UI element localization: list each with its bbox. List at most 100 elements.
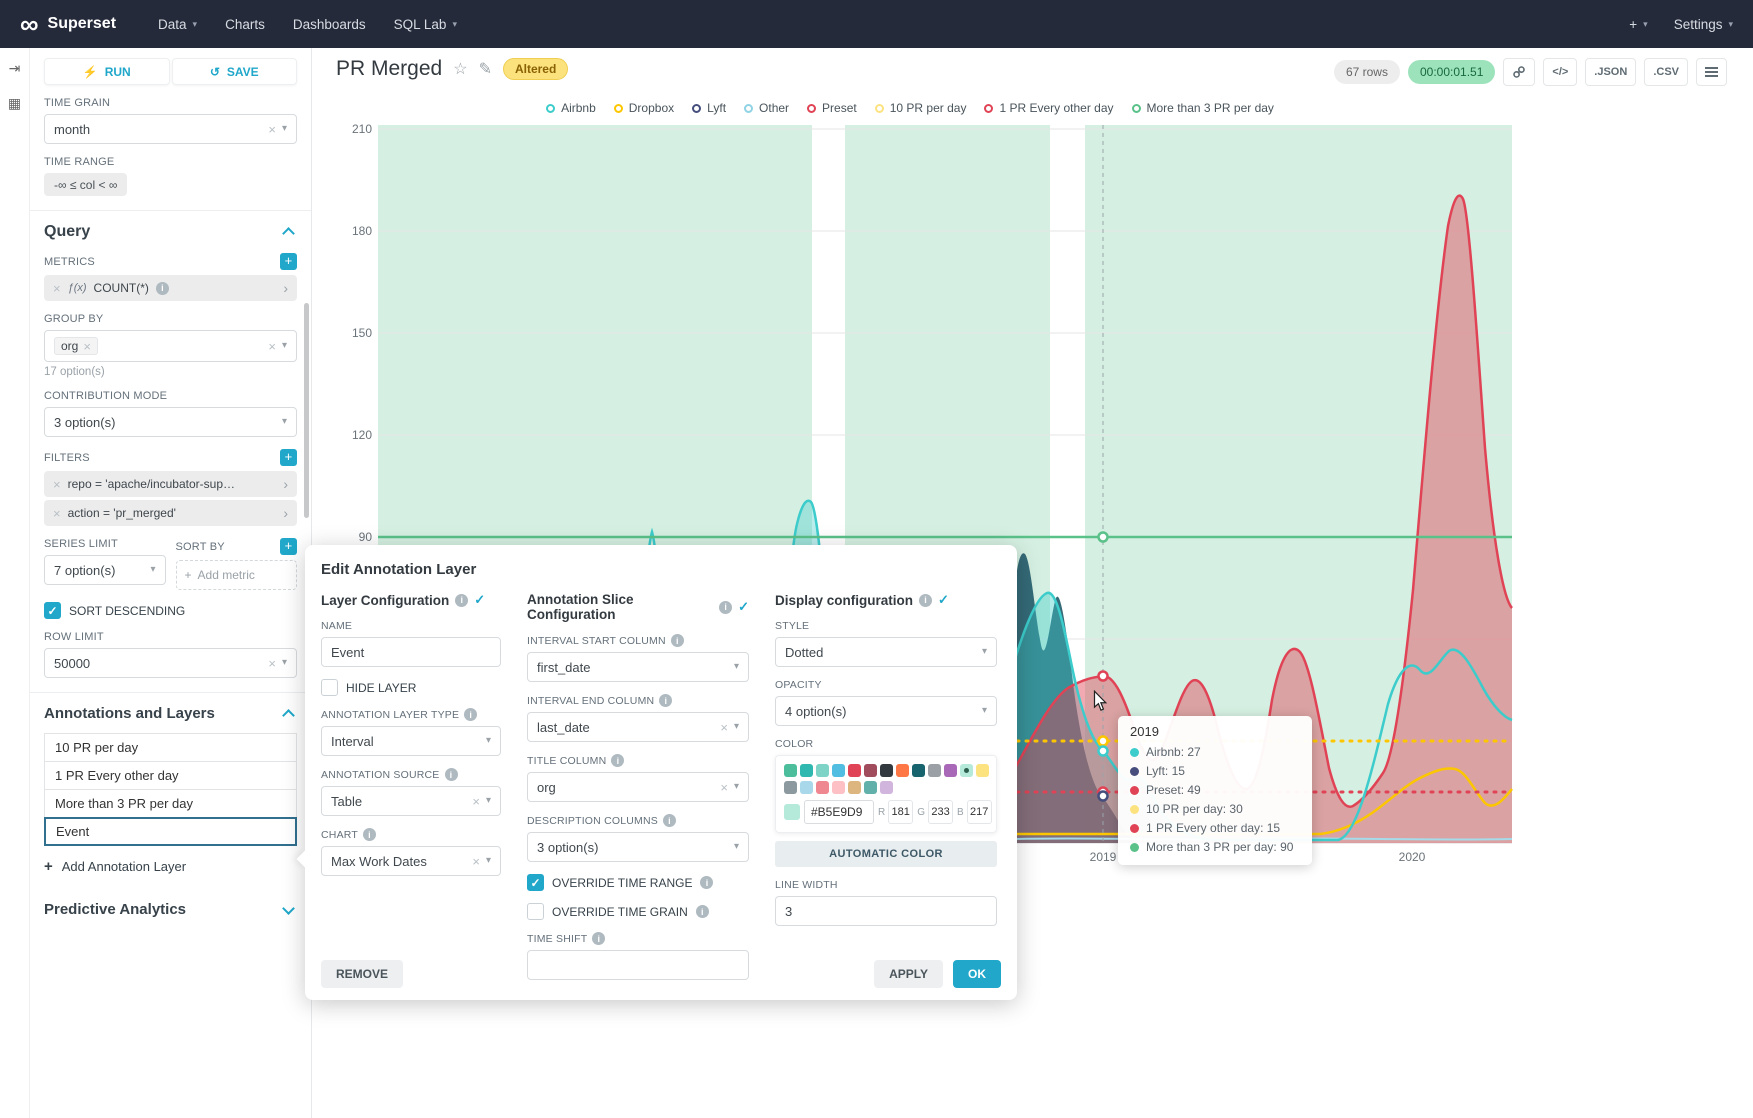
clear-icon[interactable]: × xyxy=(268,657,276,670)
title-column-select[interactable]: org × ▾ xyxy=(527,772,749,802)
annotation-source-select[interactable]: Table × ▾ xyxy=(321,786,501,816)
override-time-grain-checkbox-row[interactable]: OVERRIDE TIME GRAIN i xyxy=(527,903,749,920)
run-button[interactable]: ⚡ RUN xyxy=(44,58,170,85)
color-swatch[interactable] xyxy=(784,764,797,777)
override-time-range-checkbox-row[interactable]: OVERRIDE TIME RANGE i xyxy=(527,874,749,891)
altered-badge[interactable]: Altered xyxy=(503,58,568,80)
color-swatch[interactable] xyxy=(848,764,861,777)
add-filter-icon[interactable]: + xyxy=(280,449,297,466)
color-swatch[interactable] xyxy=(976,764,989,777)
color-swatch[interactable] xyxy=(832,781,845,794)
group-by-tag[interactable]: org × xyxy=(54,337,98,355)
time-range-chip[interactable]: -∞ ≤ col < ∞ xyxy=(44,173,127,196)
nav-menu-charts[interactable]: Charts xyxy=(225,17,265,32)
annotation-layer-item[interactable]: 10 PR per day xyxy=(44,733,297,762)
color-swatch[interactable] xyxy=(880,764,893,777)
color-swatch[interactable] xyxy=(800,781,813,794)
color-swatch[interactable] xyxy=(848,781,861,794)
color-swatch[interactable] xyxy=(864,781,877,794)
color-swatch[interactable] xyxy=(832,764,845,777)
add-sort-metric-icon[interactable]: + xyxy=(280,538,297,555)
rgb-r-value[interactable]: 181 xyxy=(888,800,913,824)
new-item-button[interactable]: + ▾ xyxy=(1629,17,1647,32)
annotation-layer-type-select[interactable]: Interval ▾ xyxy=(321,726,501,756)
checkbox-unchecked-icon[interactable] xyxy=(527,903,544,920)
color-swatch[interactable] xyxy=(816,764,829,777)
brand[interactable]: ∞ Superset xyxy=(20,11,116,37)
color-swatch[interactable] xyxy=(800,764,813,777)
rgb-b-value[interactable]: 217 xyxy=(967,800,992,824)
legend-item[interactable]: More than 3 PR per day xyxy=(1132,101,1274,115)
hex-color-input[interactable] xyxy=(804,800,874,824)
color-swatch[interactable] xyxy=(928,764,941,777)
hide-layer-checkbox-row[interactable]: HIDE LAYER xyxy=(321,679,501,696)
annotation-layer-item-selected[interactable]: Event xyxy=(44,817,297,846)
clear-icon[interactable]: × xyxy=(268,340,276,353)
section-predictive[interactable]: Predictive Analytics xyxy=(44,901,297,918)
color-swatch[interactable] xyxy=(816,781,829,794)
legend-item[interactable]: 1 PR Every other day xyxy=(984,101,1113,115)
edit-title-icon[interactable]: ✎ xyxy=(479,59,492,79)
export-json-button[interactable]: .JSON xyxy=(1585,58,1636,86)
name-input[interactable] xyxy=(321,637,501,667)
annotation-layer-item[interactable]: 1 PR Every other day xyxy=(44,761,297,790)
apply-button[interactable]: APPLY xyxy=(874,960,943,988)
group-by-select[interactable]: org × × ▾ xyxy=(44,330,297,362)
color-swatch[interactable] xyxy=(896,764,909,777)
time-grain-select[interactable]: month × ▾ xyxy=(44,114,297,144)
save-button[interactable]: ↺ SAVE xyxy=(172,58,298,85)
remove-icon[interactable]: × xyxy=(53,282,61,295)
checkbox-checked-icon[interactable] xyxy=(527,874,544,891)
legend-item[interactable]: Preset xyxy=(807,101,857,115)
nav-menu-sqllab[interactable]: SQL Lab ▾ xyxy=(394,17,457,32)
scrollbar-thumb[interactable] xyxy=(304,303,309,518)
automatic-color-button[interactable]: AUTOMATIC COLOR xyxy=(775,841,997,867)
color-swatch[interactable] xyxy=(912,764,925,777)
datasource-grid-icon[interactable]: ▦ xyxy=(8,95,21,112)
ok-button[interactable]: OK xyxy=(953,960,1001,988)
favorite-star-icon[interactable]: ☆ xyxy=(453,59,467,79)
remove-icon[interactable]: × xyxy=(53,478,61,491)
remove-button[interactable]: REMOVE xyxy=(321,960,403,988)
color-swatch[interactable] xyxy=(784,781,797,794)
chart-select[interactable]: Max Work Dates × ▾ xyxy=(321,846,501,876)
color-swatch[interactable] xyxy=(944,764,957,777)
remove-tag-icon[interactable]: × xyxy=(83,340,91,353)
line-width-input[interactable] xyxy=(775,896,997,926)
opacity-select[interactable]: 4 option(s) ▾ xyxy=(775,696,997,726)
add-metric-icon[interactable]: + xyxy=(280,253,297,270)
annotation-layer-item[interactable]: More than 3 PR per day xyxy=(44,789,297,818)
interval-end-column-select[interactable]: last_date × ▾ xyxy=(527,712,749,742)
sort-descending-checkbox-row[interactable]: SORT DESCENDING xyxy=(44,602,297,619)
remove-icon[interactable]: × xyxy=(53,507,61,520)
legend-item[interactable]: 10 PR per day xyxy=(875,101,967,115)
contribution-mode-select[interactable]: 3 option(s) ▾ xyxy=(44,407,297,437)
description-columns-select[interactable]: 3 option(s) ▾ xyxy=(527,832,749,862)
share-link-button[interactable] xyxy=(1503,58,1535,86)
color-swatch-selected[interactable] xyxy=(960,764,973,777)
checkbox-unchecked-icon[interactable] xyxy=(321,679,338,696)
nav-menu-data[interactable]: Data ▾ xyxy=(158,17,197,32)
row-limit-select[interactable]: 50000 × ▾ xyxy=(44,648,297,678)
nav-menu-dashboards[interactable]: Dashboards xyxy=(293,17,366,32)
export-csv-button[interactable]: .CSV xyxy=(1644,58,1688,86)
collapse-panel-icon[interactable]: ⇥ xyxy=(9,60,21,77)
clear-icon[interactable]: × xyxy=(720,721,728,734)
checkbox-checked-icon[interactable] xyxy=(44,602,61,619)
clear-icon[interactable]: × xyxy=(720,781,728,794)
add-annotation-layer-button[interactable]: + Add Annotation Layer xyxy=(44,858,297,875)
rgb-g-value[interactable]: 233 xyxy=(928,800,953,824)
clear-icon[interactable]: × xyxy=(268,123,276,136)
filter-chip[interactable]: × repo = 'apache/incubator-supers... › xyxy=(44,471,297,497)
legend-item[interactable]: Airbnb xyxy=(546,101,596,115)
interval-start-column-select[interactable]: first_date ▾ xyxy=(527,652,749,682)
style-select[interactable]: Dotted ▾ xyxy=(775,637,997,667)
color-swatch[interactable] xyxy=(864,764,877,777)
legend-item[interactable]: Lyft xyxy=(692,101,726,115)
series-limit-select[interactable]: 7 option(s) ▾ xyxy=(44,555,166,585)
settings-menu[interactable]: Settings ▾ xyxy=(1674,17,1733,32)
section-query[interactable]: Query xyxy=(44,223,297,241)
legend-item[interactable]: Other xyxy=(744,101,789,115)
filter-chip[interactable]: × action = 'pr_merged' › xyxy=(44,500,297,526)
legend-item[interactable]: Dropbox xyxy=(614,101,674,115)
